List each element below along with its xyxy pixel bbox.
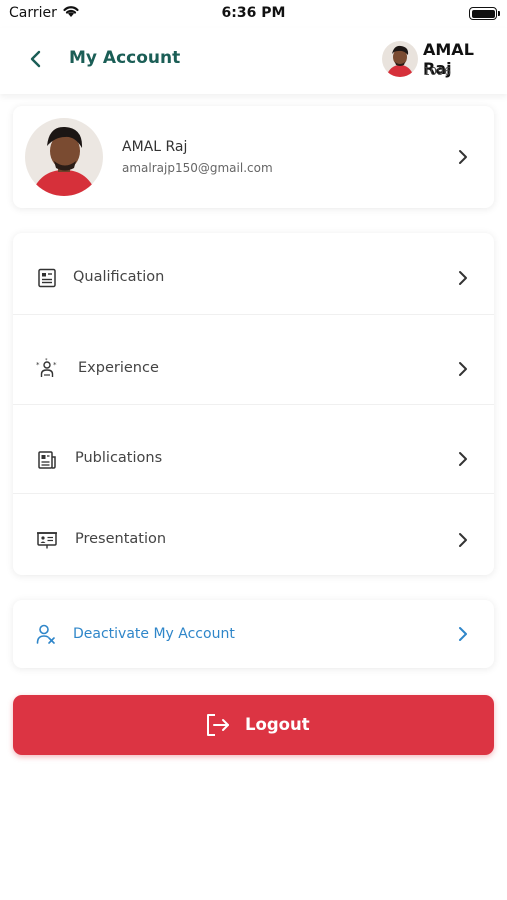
user-remove-icon xyxy=(36,624,55,644)
logout-label: Logout xyxy=(245,715,310,734)
chevron-right-icon xyxy=(459,362,467,376)
menu-item-label: Publications xyxy=(75,450,163,466)
menu-item-label: Presentation xyxy=(75,531,167,547)
menu-item-presentation[interactable]: Presentation xyxy=(13,493,494,575)
menu-item-label: Experience xyxy=(78,360,159,376)
page-title: My Account xyxy=(69,48,181,68)
svg-text:*: * xyxy=(36,361,40,369)
document-list-icon xyxy=(38,268,56,288)
header-avatar[interactable] xyxy=(382,41,418,77)
battery-icon xyxy=(469,7,500,20)
newspaper-icon xyxy=(38,451,56,469)
logout-button[interactable]: Logout xyxy=(13,695,494,755)
menu-item-publications[interactable]: Publications xyxy=(13,404,494,494)
profile-card[interactable]: AMAL Raj amalrajp150@gmail.com xyxy=(13,106,494,208)
app-header: My Account AMAL Raj 1096 xyxy=(0,28,507,94)
back-arrow-icon[interactable] xyxy=(26,48,46,70)
menu-item-label: Qualification xyxy=(73,269,165,285)
profile-email: amalrajp150@gmail.com xyxy=(122,161,273,175)
chevron-right-icon xyxy=(459,533,467,547)
svg-text:*: * xyxy=(45,358,48,364)
presentation-board-icon xyxy=(37,532,57,549)
profile-avatar xyxy=(25,118,103,196)
menu-item-experience[interactable]: * * * Experience xyxy=(13,314,494,404)
svg-text:*: * xyxy=(53,361,57,369)
status-time: 6:36 PM xyxy=(221,5,286,21)
menu-item-qualification[interactable]: Qualification xyxy=(13,233,494,323)
deactivate-account-button[interactable]: Deactivate My Account xyxy=(13,600,494,668)
logout-icon xyxy=(207,714,229,736)
deactivate-label: Deactivate My Account xyxy=(73,626,235,642)
profile-name: AMAL Raj xyxy=(122,139,188,155)
account-menu: Qualification * * * Experience Publicati… xyxy=(13,233,494,575)
person-stars-icon: * * * xyxy=(36,358,57,377)
chevron-right-icon xyxy=(459,150,467,164)
chevron-right-icon xyxy=(459,452,467,466)
chevron-right-icon xyxy=(459,271,467,285)
header-user-id: 1096 xyxy=(423,65,451,78)
chevron-right-icon xyxy=(459,627,467,641)
status-bar: Carrier 6:36 PM xyxy=(0,0,507,28)
